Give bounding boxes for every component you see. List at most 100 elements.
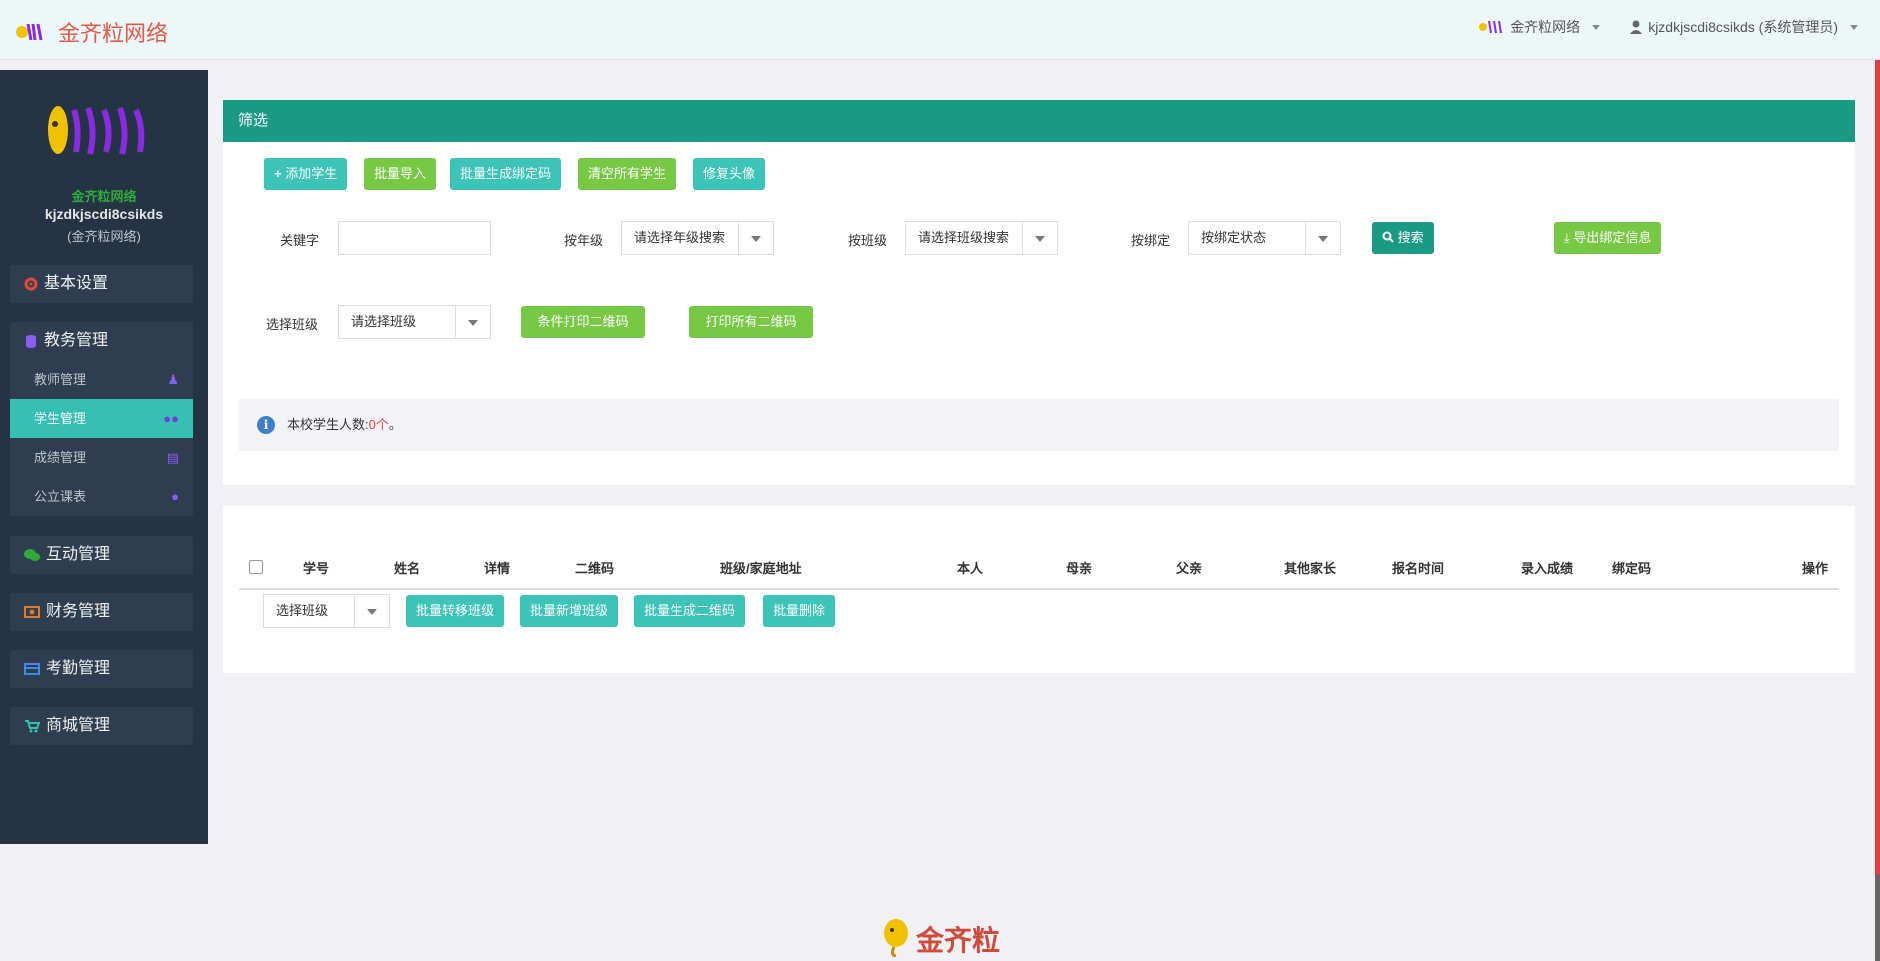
column-header[interactable]: 父亲 xyxy=(1176,558,1202,577)
column-header[interactable]: 绑定码 xyxy=(1612,558,1651,577)
student-count: 0个 xyxy=(368,417,389,432)
chevron-down-icon xyxy=(1305,222,1340,254)
wechat-icon xyxy=(24,549,40,561)
column-header[interactable]: 报名时间 xyxy=(1392,558,1444,577)
sidebar-item-students[interactable]: 学生管理 ●● xyxy=(10,399,193,438)
batch-bind-code-button[interactable]: 批量生成绑定码 xyxy=(450,158,562,190)
batch-class-select[interactable]: 选择班级 xyxy=(263,594,390,628)
batch-delete-button[interactable]: 批量删除 xyxy=(763,595,836,627)
menu-label: 商城管理 xyxy=(46,717,111,734)
fix-avatar-button[interactable]: 修复头像 xyxy=(693,158,766,190)
menu-label: 互动管理 xyxy=(46,546,111,563)
download-icon: ⤓ xyxy=(1564,230,1570,245)
bind-label: 按绑定 xyxy=(1131,233,1171,248)
batch-add-class-button[interactable]: 批量新增班级 xyxy=(520,595,619,627)
export-bind-info-button[interactable]: ⤓ 导出绑定信息 xyxy=(1554,222,1662,254)
clear-all-students-button[interactable]: 清空所有学生 xyxy=(578,158,677,190)
search-button[interactable]: 搜索 xyxy=(1372,222,1434,254)
column-header[interactable]: 本人 xyxy=(957,558,983,577)
table-header: 学号 姓名 详情 二维码 班级/家庭地址 本人 母亲 父亲 其他家长 报名时间 … xyxy=(239,546,1839,590)
search-icon xyxy=(1382,231,1394,243)
conditional-print-qr-button[interactable]: 条件打印二维码 xyxy=(521,306,645,338)
school-logo-icon xyxy=(1479,20,1503,34)
menu-group-finance[interactable]: 财务管理 xyxy=(10,593,193,631)
menu-group-attendance[interactable]: 考勤管理 xyxy=(10,650,193,688)
sidebar-item-label: 教师管理 xyxy=(34,372,87,387)
menu-label: 教务管理 xyxy=(44,332,109,349)
cart-icon xyxy=(25,720,40,733)
print-class-select[interactable]: 请选择班级 xyxy=(338,305,491,339)
filter-panel: 筛选 + 添加学生 批量导入 批量生成绑定码 清空所有学生 修复头像 关键字 按… xyxy=(223,100,1855,485)
bind-status-select[interactable]: 按绑定状态 xyxy=(1188,221,1341,255)
column-header[interactable]: 姓名 xyxy=(394,558,420,577)
select-all-checkbox[interactable] xyxy=(249,560,263,574)
menu-group-interaction[interactable]: 互动管理 xyxy=(10,536,193,574)
right-edge-bar xyxy=(1875,60,1880,875)
chevron-down-icon xyxy=(354,595,389,627)
sidebar-item-label: 成绩管理 xyxy=(34,450,87,465)
column-header[interactable]: 二维码 xyxy=(575,558,614,577)
class-label: 按班级 xyxy=(848,233,888,248)
grade-label: 按年级 xyxy=(564,233,604,248)
class-select[interactable]: 请选择班级搜索 xyxy=(905,221,1058,255)
batch-move-class-button[interactable]: 批量转移班级 xyxy=(406,595,505,627)
user-menu-label: kjzdkjscdi8csikds (系统管理员) xyxy=(1648,19,1838,35)
print-all-qr-button[interactable]: 打印所有二维码 xyxy=(689,306,813,338)
sidebar-item-schedule[interactable]: 公立课表 ● xyxy=(10,477,193,516)
teacher-icon: ♟ xyxy=(167,372,179,387)
batch-generate-qr-button[interactable]: 批量生成二维码 xyxy=(634,595,746,627)
chevron-down-icon xyxy=(738,222,773,254)
column-header[interactable]: 详情 xyxy=(484,558,510,577)
school-menu-label: 金齐粒网络 xyxy=(1510,19,1581,35)
sidebar-item-grades[interactable]: 成绩管理 ▤ xyxy=(10,438,193,477)
credit-card-icon xyxy=(24,663,40,675)
scrollbar-track[interactable] xyxy=(1875,875,1880,961)
menu-group-academic: 教务管理 教师管理 ♟ 学生管理 ●● 成绩管理 ▤ 公立课表 ● xyxy=(10,322,193,516)
keyword-input[interactable] xyxy=(338,221,491,255)
top-navbar: 金齐粒网络 金齐粒网络 kjzdkjscdi8csikds (系统管理员) xyxy=(0,0,1880,60)
column-header[interactable]: 录入成绩 xyxy=(1521,558,1573,577)
sidebar-school-name: 金齐粒网络 xyxy=(71,189,137,204)
add-student-button[interactable]: + 添加学生 xyxy=(264,158,348,190)
school-menu[interactable]: 金齐粒网络 xyxy=(1478,17,1601,37)
column-header[interactable]: 班级/家庭地址 xyxy=(720,558,802,577)
column-header[interactable]: 学号 xyxy=(303,558,329,577)
menu-label: 考勤管理 xyxy=(46,660,111,677)
plus-icon: + xyxy=(274,166,282,181)
batch-import-button[interactable]: 批量导入 xyxy=(364,158,437,190)
info-icon: i xyxy=(257,416,275,434)
column-header[interactable]: 母亲 xyxy=(1066,558,1092,577)
menu-label: 财务管理 xyxy=(46,603,111,620)
sidebar-item-label: 公立课表 xyxy=(34,489,87,504)
money-icon xyxy=(24,606,40,618)
sidebar: 金齐粒网络 kjzdkjscdi8csikds (金齐粒网络) 基本设置 教务管… xyxy=(0,70,208,844)
column-header[interactable]: 其他家长 xyxy=(1284,558,1336,577)
menu-group-basic-settings[interactable]: 基本设置 xyxy=(10,265,193,303)
sidebar-item-teachers[interactable]: 教师管理 ♟ xyxy=(10,360,193,399)
menu-label: 基本设置 xyxy=(44,275,109,292)
user-menu[interactable]: kjzdkjscdi8csikds (系统管理员) xyxy=(1630,17,1858,37)
chevron-down-icon xyxy=(455,306,490,338)
menu-group-shop[interactable]: 商城管理 xyxy=(10,707,193,745)
footer-logo: 金齐粒 xyxy=(880,915,1010,957)
sidebar-username: kjzdkjscdi8csikds xyxy=(44,206,164,222)
student-table-panel: 学号 姓名 详情 二维码 班级/家庭地址 本人 母亲 父亲 其他家长 报名时间 … xyxy=(223,506,1855,673)
book-icon: ▤ xyxy=(166,450,179,465)
chevron-down-icon xyxy=(1850,24,1858,30)
sidebar-item-label: 学生管理 xyxy=(34,411,87,426)
users-icon: ●● xyxy=(163,411,179,426)
database-icon xyxy=(26,335,36,348)
grade-select[interactable]: 请选择年级搜索 xyxy=(621,221,774,255)
menu-head-academic[interactable]: 教务管理 xyxy=(10,322,193,360)
sidebar-role: (金齐粒网络) xyxy=(67,229,141,244)
brand-logo-icon[interactable] xyxy=(14,18,46,46)
print-class-label: 选择班级 xyxy=(266,317,319,332)
chevron-down-icon xyxy=(1592,24,1601,30)
brand-name[interactable]: 金齐粒网络 xyxy=(58,16,168,48)
student-count-info: i 本校学生人数:0个。 xyxy=(239,399,1839,451)
user-icon xyxy=(1630,20,1643,34)
gear-icon xyxy=(24,277,38,291)
chevron-down-icon xyxy=(1022,222,1057,254)
mascot-icon xyxy=(884,919,908,957)
column-header[interactable]: 操作 xyxy=(1802,558,1828,577)
